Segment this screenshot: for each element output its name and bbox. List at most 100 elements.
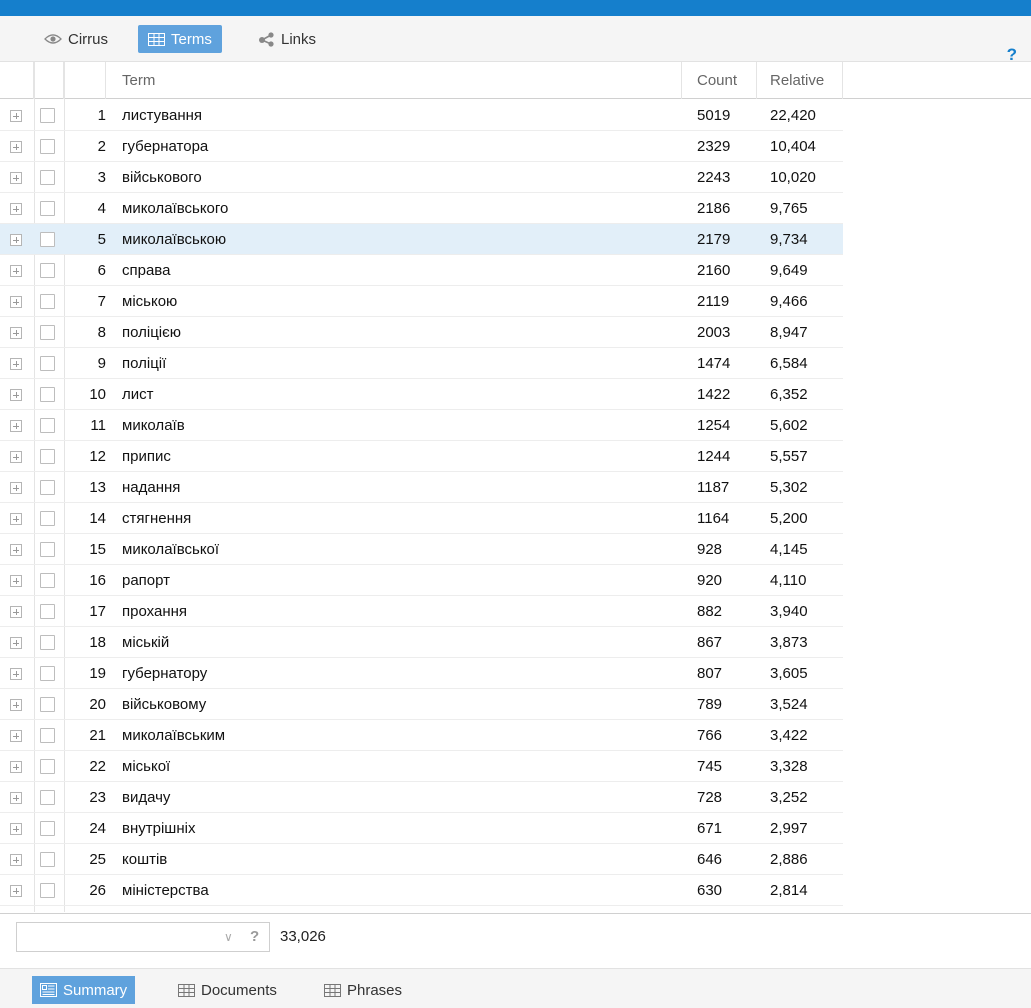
expand-icon[interactable] xyxy=(10,295,22,308)
row-checkbox[interactable] xyxy=(40,573,55,588)
table-row[interactable]: 9 поліції 1474 6,584 xyxy=(0,348,843,379)
table-row[interactable]: 17 прохання 882 3,940 xyxy=(0,596,843,627)
tab-cirrus[interactable]: Cirrus xyxy=(34,25,118,53)
expand-icon[interactable] xyxy=(10,388,22,401)
chevron-down-icon[interactable]: ∨ xyxy=(224,930,233,944)
table-row[interactable]: 18 міській 867 3,873 xyxy=(0,627,843,658)
expand-icon[interactable] xyxy=(10,822,22,835)
row-checkbox[interactable] xyxy=(40,511,55,526)
row-checkbox[interactable] xyxy=(40,790,55,805)
expand-icon[interactable] xyxy=(10,667,22,680)
header-checkbox[interactable] xyxy=(34,62,64,99)
expand-icon[interactable] xyxy=(10,729,22,742)
row-checkbox[interactable] xyxy=(40,294,55,309)
row-checkbox[interactable] xyxy=(40,449,55,464)
tab-documents[interactable]: Documents xyxy=(170,976,285,1004)
expand-icon[interactable] xyxy=(10,264,22,277)
table-row[interactable]: 3 військового 2243 10,020 xyxy=(0,162,843,193)
expand-icon[interactable] xyxy=(10,481,22,494)
table-row[interactable]: 13 надання 1187 5,302 xyxy=(0,472,843,503)
table-row[interactable]: 6 справа 2160 9,649 xyxy=(0,255,843,286)
table-row[interactable]: 21 миколаївським 766 3,422 xyxy=(0,720,843,751)
column-header-count[interactable]: Count xyxy=(682,62,757,99)
table-row[interactable]: 11 миколаїв 1254 5,602 xyxy=(0,410,843,441)
table-row[interactable]: 26 міністерства 630 2,814 xyxy=(0,875,843,906)
row-checkbox[interactable] xyxy=(40,356,55,371)
expand-icon[interactable] xyxy=(10,760,22,773)
filter-help-icon[interactable]: ? xyxy=(250,928,259,945)
table-row[interactable]: 10 лист 1422 6,352 xyxy=(0,379,843,410)
row-checkbox[interactable] xyxy=(40,697,55,712)
expand-icon[interactable] xyxy=(10,419,22,432)
expand-icon[interactable] xyxy=(10,202,22,215)
row-checkbox[interactable] xyxy=(40,883,55,898)
table-row[interactable]: 19 губернатору 807 3,605 xyxy=(0,658,843,689)
row-checkbox[interactable] xyxy=(40,604,55,619)
table-row[interactable]: 20 військовому 789 3,524 xyxy=(0,689,843,720)
table-row[interactable]: 15 миколаївської 928 4,145 xyxy=(0,534,843,565)
expand-icon[interactable] xyxy=(10,698,22,711)
row-checkbox[interactable] xyxy=(40,821,55,836)
tab-terms[interactable]: Terms xyxy=(138,25,222,53)
table-row[interactable]: 8 поліцією 2003 8,947 xyxy=(0,317,843,348)
row-checkbox[interactable] xyxy=(40,139,55,154)
row-checkbox-cell xyxy=(40,286,58,317)
expand-icon[interactable] xyxy=(10,171,22,184)
expand-icon[interactable] xyxy=(10,636,22,649)
term-cell: миколаївської xyxy=(122,541,220,558)
filter-combobox[interactable]: ∨ ? xyxy=(16,922,270,952)
table-row[interactable]: 5 миколаївською 2179 9,734 xyxy=(0,224,843,255)
row-checkbox[interactable] xyxy=(40,325,55,340)
row-checkbox-cell xyxy=(40,100,58,131)
row-checkbox[interactable] xyxy=(40,232,55,247)
table-row[interactable]: 24 внутрішніх 671 2,997 xyxy=(0,813,843,844)
table-row[interactable]: 16 рапорт 920 4,110 xyxy=(0,565,843,596)
grid-icon xyxy=(178,983,195,997)
row-checkbox[interactable] xyxy=(40,387,55,402)
row-checkbox[interactable] xyxy=(40,635,55,650)
row-checkbox[interactable] xyxy=(40,170,55,185)
row-checkbox[interactable] xyxy=(40,759,55,774)
table-row[interactable]: 4 миколаївського 2186 9,765 xyxy=(0,193,843,224)
expand-icon[interactable] xyxy=(10,357,22,370)
tab-phrases[interactable]: Phrases xyxy=(316,976,410,1004)
expand-icon[interactable] xyxy=(10,791,22,804)
row-checkbox[interactable] xyxy=(40,728,55,743)
table-row[interactable]: 2 губернатора 2329 10,404 xyxy=(0,131,843,162)
expand-icon[interactable] xyxy=(10,326,22,339)
table-row[interactable]: 22 міської 745 3,328 xyxy=(0,751,843,782)
relative-cell: 9,466 xyxy=(770,293,808,310)
expand-icon[interactable] xyxy=(10,853,22,866)
row-checkbox[interactable] xyxy=(40,480,55,495)
expand-icon[interactable] xyxy=(10,512,22,525)
row-checkbox[interactable] xyxy=(40,418,55,433)
expand-icon[interactable] xyxy=(10,140,22,153)
table-row[interactable]: 14 стягнення 1164 5,200 xyxy=(0,503,843,534)
tab-summary[interactable]: Summary xyxy=(32,976,136,1004)
expand-icon[interactable] xyxy=(10,109,22,122)
column-header-relative[interactable]: Relative xyxy=(757,62,843,99)
tab-links[interactable]: Links xyxy=(248,25,326,53)
table-row[interactable]: 7 міською 2119 9,466 xyxy=(0,286,843,317)
table-row[interactable]: 12 припис 1244 5,557 xyxy=(0,441,843,472)
row-checkbox[interactable] xyxy=(40,108,55,123)
table-row[interactable]: 1 листування 5019 22,420 xyxy=(0,100,843,131)
expand-icon[interactable] xyxy=(10,543,22,556)
table-row[interactable]: 23 видачу 728 3,252 xyxy=(0,782,843,813)
row-index: 5 xyxy=(97,231,106,248)
summary-icon xyxy=(40,983,57,997)
row-checkbox[interactable] xyxy=(40,852,55,867)
row-checkbox[interactable] xyxy=(40,542,55,557)
table-row[interactable]: 25 коштів 646 2,886 xyxy=(0,844,843,875)
expand-icon[interactable] xyxy=(10,450,22,463)
expand-icon[interactable] xyxy=(10,233,22,246)
row-checkbox[interactable] xyxy=(40,263,55,278)
expand-icon[interactable] xyxy=(10,884,22,897)
row-checkbox[interactable] xyxy=(40,666,55,681)
filter-input[interactable] xyxy=(17,923,217,951)
row-checkbox[interactable] xyxy=(40,201,55,216)
count-cell: 1474 xyxy=(697,355,731,372)
column-header-term[interactable]: Term xyxy=(106,62,682,99)
expand-icon[interactable] xyxy=(10,605,22,618)
expand-icon[interactable] xyxy=(10,574,22,587)
